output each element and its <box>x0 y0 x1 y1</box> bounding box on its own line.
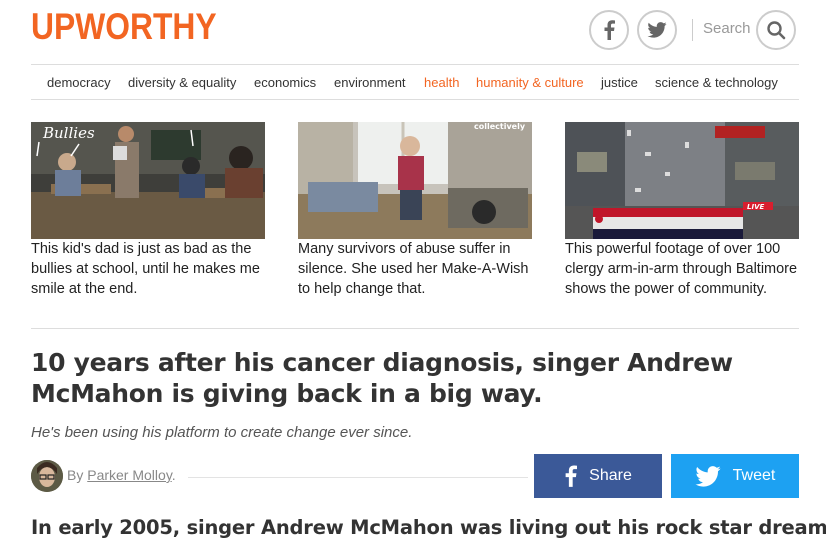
live-badge: LIVE <box>747 203 764 211</box>
upworthy-logo[interactable]: UPWORTHY <box>31 6 217 48</box>
byline-suffix: . <box>171 467 176 483</box>
nav-item-health[interactable]: health <box>424 75 459 90</box>
twitter-follow-button[interactable] <box>637 10 677 50</box>
article-subhead: He's been using his platform to create c… <box>31 424 413 441</box>
byline-prefix: By <box>67 467 84 483</box>
author-avatar[interactable] <box>31 460 63 492</box>
related-story-3-title[interactable]: This powerful footage of over 100 clergy… <box>565 239 805 299</box>
search-icon <box>767 21 786 40</box>
nav-item-justice[interactable]: justice <box>601 75 638 90</box>
header-divider <box>692 19 693 41</box>
twitter-share-button[interactable]: Tweet <box>671 454 799 498</box>
byline-divider <box>188 477 528 478</box>
article-headline: 10 years after his cancer diagnosis, sin… <box>31 348 733 408</box>
twitter-icon <box>647 22 667 38</box>
related-story-1-title[interactable]: This kid's dad is just as bad as the bul… <box>31 239 271 299</box>
byline: By Parker Molloy. <box>67 467 176 483</box>
facebook-share-label: Share <box>589 467 632 484</box>
search-button[interactable] <box>756 10 796 50</box>
facebook-follow-button[interactable] <box>589 10 629 50</box>
svg-text:Bullies: Bullies <box>42 124 95 142</box>
facebook-share-button[interactable]: Share <box>534 454 662 498</box>
facebook-icon <box>604 20 615 40</box>
related-story-2-image[interactable]: collectively <box>298 122 532 239</box>
related-story-1-image[interactable]: Bullies <box>31 122 265 239</box>
related-story-3-image[interactable]: LIVE <box>565 122 799 239</box>
related-story-2-title[interactable]: Many survivors of abuse suffer in silenc… <box>298 239 538 299</box>
category-nav: democracy diversity & equality economics… <box>31 64 799 100</box>
author-link[interactable]: Parker Molloy <box>87 467 172 483</box>
section-divider <box>31 328 799 329</box>
nav-item-diversity-equality[interactable]: diversity & equality <box>128 75 236 90</box>
nav-item-science-technology[interactable]: science & technology <box>655 75 778 90</box>
nav-item-environment[interactable]: environment <box>334 75 406 90</box>
nav-item-economics[interactable]: economics <box>254 75 316 90</box>
search-label[interactable]: Search <box>703 20 751 37</box>
thumb-2-watermark: collectively <box>474 122 526 131</box>
twitter-icon <box>695 465 721 487</box>
nav-item-humanity-culture[interactable]: humanity & culture <box>476 75 584 90</box>
facebook-icon <box>565 465 578 487</box>
article-lead-paragraph: In early 2005, singer Andrew McMahon was… <box>31 516 826 539</box>
nav-item-democracy[interactable]: democracy <box>47 75 111 90</box>
twitter-share-label: Tweet <box>732 467 776 484</box>
